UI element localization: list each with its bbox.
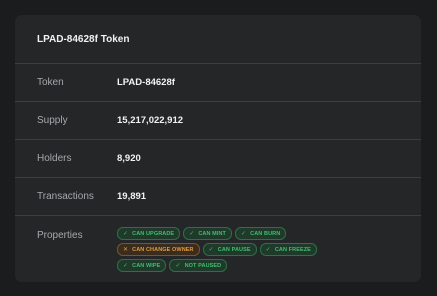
row-token: Token LPAD-84628f <box>15 64 421 102</box>
property-badge: ✓ CAN UPGRADE <box>117 227 181 240</box>
property-badge: ✓ CAN BURN <box>235 227 287 240</box>
property-badge-label: CAN WIPE <box>132 262 161 269</box>
row-value-supply: 15,217,022,912 <box>117 115 184 126</box>
row-label-holders: Holders <box>37 153 72 164</box>
row-label-properties: Properties <box>37 230 83 241</box>
check-icon: ✓ <box>123 231 129 237</box>
row-properties: Properties ✓ CAN UPGRADE ✓ CAN MINT ✓ CAN BUR… <box>15 216 421 272</box>
property-badge-label: CAN FREEZE <box>274 246 311 253</box>
check-icon: ✓ <box>123 263 129 269</box>
check-icon: ✓ <box>265 247 271 253</box>
property-badge: ✓ CAN MINT <box>183 227 233 240</box>
card-title: LPAD-84628f Token <box>15 15 421 64</box>
property-badge: ✕ CAN CHANGE OWNER <box>117 243 200 256</box>
row-holders: Holders 8,920 <box>15 140 421 178</box>
row-value-token: LPAD-84628f <box>117 77 175 88</box>
row-label-token: Token <box>37 77 64 88</box>
check-icon: ✓ <box>208 247 214 253</box>
row-label-transactions: Transactions <box>37 191 94 202</box>
property-badge: ✓ NOT PAUSED <box>169 259 228 272</box>
row-transactions: Transactions 19,891 <box>15 178 421 216</box>
row-value-holders: 8,920 <box>117 153 141 164</box>
token-card: LPAD-84628f Token Token LPAD-84628f Supp… <box>15 15 421 282</box>
check-icon: ✓ <box>175 263 181 269</box>
check-icon: ✓ <box>241 231 247 237</box>
property-badge-label: CAN CHANGE OWNER <box>132 246 194 253</box>
property-badge-label: CAN MINT <box>198 230 227 237</box>
cross-icon: ✕ <box>123 247 129 253</box>
property-badge-label: CAN PAUSE <box>217 246 251 253</box>
properties-badges: ✓ CAN UPGRADE ✓ CAN MINT ✓ CAN BURN ✕ CAN CHANG… <box>117 227 367 272</box>
property-badge-label: NOT PAUSED <box>184 262 222 269</box>
row-supply: Supply 15,217,022,912 <box>15 102 421 140</box>
row-label-supply: Supply <box>37 115 68 126</box>
row-value-transactions: 19,891 <box>117 191 147 202</box>
property-badge: ✓ CAN WIPE <box>117 259 167 272</box>
check-icon: ✓ <box>189 231 195 237</box>
property-badge-label: CAN UPGRADE <box>132 230 175 237</box>
property-badge: ✓ CAN FREEZE <box>259 243 317 256</box>
property-badge-label: CAN BURN <box>250 230 281 237</box>
property-badge: ✓ CAN PAUSE <box>202 243 257 256</box>
